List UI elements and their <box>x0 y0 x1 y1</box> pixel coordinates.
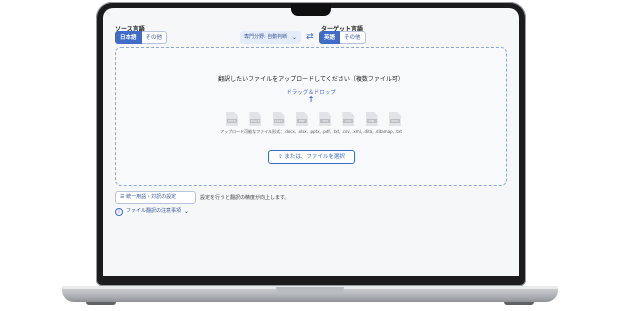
source-option-other[interactable]: その他 <box>141 31 168 44</box>
csv-file-icon: CSV <box>342 112 355 126</box>
glossary-note: 設定を行うと翻訳の精度が向上します。 <box>200 195 290 201</box>
laptop-opening-groove <box>276 287 344 294</box>
domain-select[interactable]: 専門分野: 自動判断 ⌄ <box>240 31 301 44</box>
supported-formats-text: アップロード可能なファイル形式：.docx, .xlsx, .pptx, .pd… <box>220 129 402 134</box>
select-file-button[interactable]: ⇪ または、ファイルを選択 <box>268 150 355 164</box>
translation-notice-toggle[interactable]: i ファイル翻訳の注意事項 ⌄ <box>115 207 189 216</box>
source-option-japanese[interactable]: 日本語 <box>115 31 142 44</box>
file-type-icons: PPTX DOCX XLSX PDF TXT CSV XML DITA <box>226 112 401 126</box>
laptop-foot-right <box>504 302 534 305</box>
info-icon: i <box>115 207 123 216</box>
target-language-toggle: 英語 その他 <box>319 31 366 44</box>
domain-select-value: 専門分野: 自動判断 <box>244 34 288 40</box>
pdf-file-icon: PDF <box>295 112 308 126</box>
notice-label: ファイル翻訳の注意事項 <box>126 208 182 214</box>
file-dropzone[interactable]: 翻訳したいファイルをアップロードしてください（複数ファイル可） ドラッグ＆ドロッ… <box>115 47 507 186</box>
laptop-foot-left <box>86 302 116 305</box>
pptx-file-icon: PPTX <box>226 112 238 126</box>
glossary-settings-button[interactable]: ☰ 統一用語・対訳の設定 <box>115 191 196 204</box>
xlsx-file-icon: XLSX <box>272 112 285 126</box>
camera-notch <box>291 4 331 16</box>
laptop-mockup: ソース言語 日本語 その他 専門分野: 自動判断 ⌄ ⇄ ターゲット言語 英語 … <box>0 0 620 311</box>
chevron-down-icon: ⌄ <box>184 208 190 215</box>
swap-languages-icon[interactable]: ⇄ <box>306 31 314 44</box>
docx-file-icon: DOCX <box>249 112 262 126</box>
target-option-other[interactable]: その他 <box>340 31 366 44</box>
glossary-button-label: 統一用語・対訳の設定 <box>126 194 177 200</box>
xml-file-icon: XML <box>365 112 378 126</box>
select-file-label: または、ファイルを選択 <box>284 154 345 160</box>
chevron-down-icon: ⌄ <box>291 34 297 41</box>
upload-arrow-icon: ↑ <box>307 95 315 104</box>
txt-file-icon: TXT <box>319 112 332 126</box>
app-screen: ソース言語 日本語 その他 専門分野: 自動判断 ⌄ ⇄ ターゲット言語 英語 … <box>103 8 519 276</box>
dita-file-icon: DITA <box>388 112 401 126</box>
dropzone-title: 翻訳したいファイルをアップロードしてください（複数ファイル可） <box>218 76 404 83</box>
source-language-toggle: 日本語 その他 <box>115 31 168 44</box>
target-option-english[interactable]: 英語 <box>319 31 341 44</box>
